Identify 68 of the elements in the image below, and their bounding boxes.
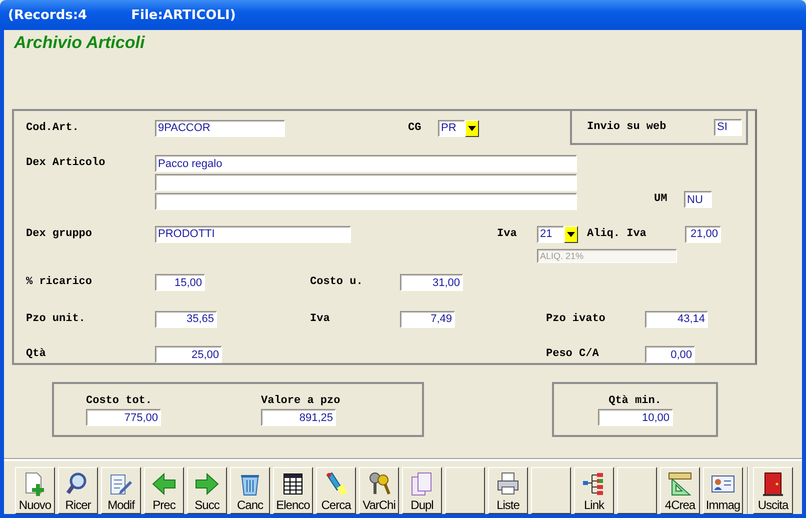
- text-field[interactable]: 891,25: [261, 409, 336, 426]
- field-label: Costo u.: [310, 276, 364, 288]
- field-label: Dex Articolo: [26, 157, 106, 170]
- text-field[interactable]: 9PACCOR: [155, 120, 285, 137]
- field-label: Pzo ivato: [546, 312, 606, 325]
- blank-button[interactable]: [531, 467, 571, 514]
- toolbar-button[interactable]: Link: [574, 467, 614, 514]
- field-label: Qtà min.: [608, 395, 662, 407]
- toolbar-button[interactable]: Ricer: [58, 467, 98, 514]
- form-heading: Archivio Articoli: [14, 33, 145, 52]
- toolbar-button[interactable]: Uscita: [753, 467, 793, 514]
- file-name: File:ARTICOLI): [131, 8, 236, 22]
- blank-button[interactable]: [445, 467, 485, 514]
- records-count: (Records:4: [8, 8, 88, 22]
- toolbar-button[interactable]: Prec: [144, 467, 184, 514]
- field-label: CG: [408, 122, 422, 134]
- field-label: Dex gruppo: [26, 228, 94, 240]
- toolbar-button[interactable]: Elenco: [273, 467, 313, 514]
- text-field[interactable]: 43,14: [645, 310, 708, 328]
- caret-icon: [468, 126, 476, 131]
- ruler-triangle-icon: [667, 471, 693, 497]
- text-field[interactable]: 7,49: [400, 310, 455, 328]
- dropdown-button[interactable]: [564, 226, 578, 243]
- left-arrow-icon: [151, 471, 177, 497]
- toolbar-button[interactable]: Nuovo: [15, 467, 55, 514]
- text-field[interactable]: 0,00: [645, 346, 695, 363]
- field-label: Aliq. Iva: [587, 228, 648, 240]
- toolbar-button[interactable]: Liste: [488, 467, 528, 514]
- text-field[interactable]: PRODOTTI: [155, 226, 351, 243]
- toolbar-button[interactable]: Canc: [230, 467, 270, 514]
- dropdown-button[interactable]: [465, 120, 479, 137]
- right-arrow-icon: [194, 471, 220, 497]
- field-label: Pzo unit.: [26, 312, 86, 325]
- text-field[interactable]: [155, 193, 577, 210]
- text-field[interactable]: 31,00: [400, 274, 463, 292]
- field-label: Peso C/A: [546, 348, 600, 360]
- text-field[interactable]: Pacco regalo: [155, 155, 577, 172]
- door-icon: [760, 471, 786, 497]
- caret-icon: [567, 232, 575, 237]
- text-field[interactable]: NU: [684, 191, 712, 208]
- field-label: Costo tot.: [86, 395, 152, 407]
- text-field[interactable]: 25,00: [155, 346, 222, 363]
- toolbar-button[interactable]: 4Crea: [660, 467, 700, 514]
- printer-icon: [495, 471, 521, 497]
- field-label: Cod.Art.: [26, 122, 80, 134]
- toolbar-button[interactable]: Cerca: [316, 467, 356, 514]
- toolbar-button[interactable]: VarChi: [359, 467, 399, 514]
- toolbar-button[interactable]: Modif: [101, 467, 141, 514]
- text-field[interactable]: [155, 174, 577, 192]
- text-field[interactable]: 21,00: [685, 226, 721, 243]
- field-label: Iva: [497, 228, 518, 240]
- text-field[interactable]: 35,65: [155, 310, 217, 328]
- toolbar-button[interactable]: Dupl: [402, 467, 442, 514]
- toolbar-button[interactable]: Succ: [187, 467, 227, 514]
- field-label: Qtà: [26, 348, 47, 360]
- field-label: % ricarico: [26, 276, 94, 288]
- text-field[interactable]: 15,00: [155, 274, 205, 292]
- combo-field[interactable]: PR: [438, 120, 465, 137]
- field-label: UM: [654, 193, 668, 206]
- field-label: Iva: [310, 312, 331, 325]
- toolbar-button[interactable]: Immag: [703, 467, 743, 514]
- text-field[interactable]: 775,00: [86, 409, 161, 426]
- combo-field[interactable]: 21: [537, 226, 564, 243]
- text-field[interactable]: SI: [714, 118, 742, 136]
- field-label: Valore a pzo: [261, 395, 340, 407]
- blank-button[interactable]: [617, 467, 657, 514]
- field-label: Invio su web: [587, 121, 668, 134]
- text-field[interactable]: 10,00: [598, 409, 672, 426]
